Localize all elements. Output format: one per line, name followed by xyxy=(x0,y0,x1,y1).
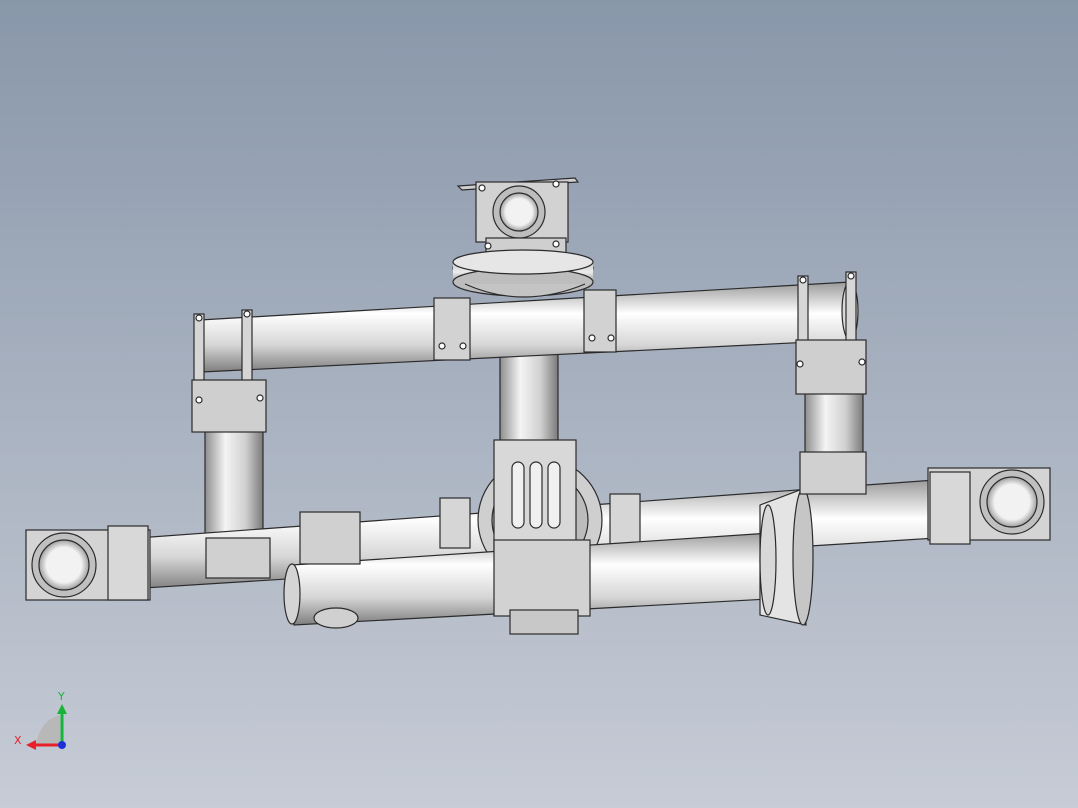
x-axis-label: X xyxy=(14,734,22,747)
right-wheel-disk[interactable] xyxy=(759,488,814,626)
lower-rear-clamp[interactable] xyxy=(299,511,361,565)
upper-center-clamp-right[interactable] xyxy=(583,289,617,353)
right-tube-clamp-ring[interactable] xyxy=(799,451,867,495)
y-axis-label: Y xyxy=(57,690,65,703)
z-axis-dot xyxy=(58,741,66,749)
right-end-bearing[interactable] xyxy=(927,467,1051,545)
assembly-scene[interactable]: Y X xyxy=(0,0,1078,808)
left-tube-clamp-ring[interactable] xyxy=(205,537,271,579)
cad-viewport[interactable]: Y X xyxy=(0,0,1078,808)
left-end-bearing[interactable] xyxy=(25,525,151,601)
turntable-disk[interactable] xyxy=(452,249,594,298)
upper-center-clamp-left[interactable] xyxy=(433,297,471,361)
lower-left-boss[interactable] xyxy=(313,607,359,629)
